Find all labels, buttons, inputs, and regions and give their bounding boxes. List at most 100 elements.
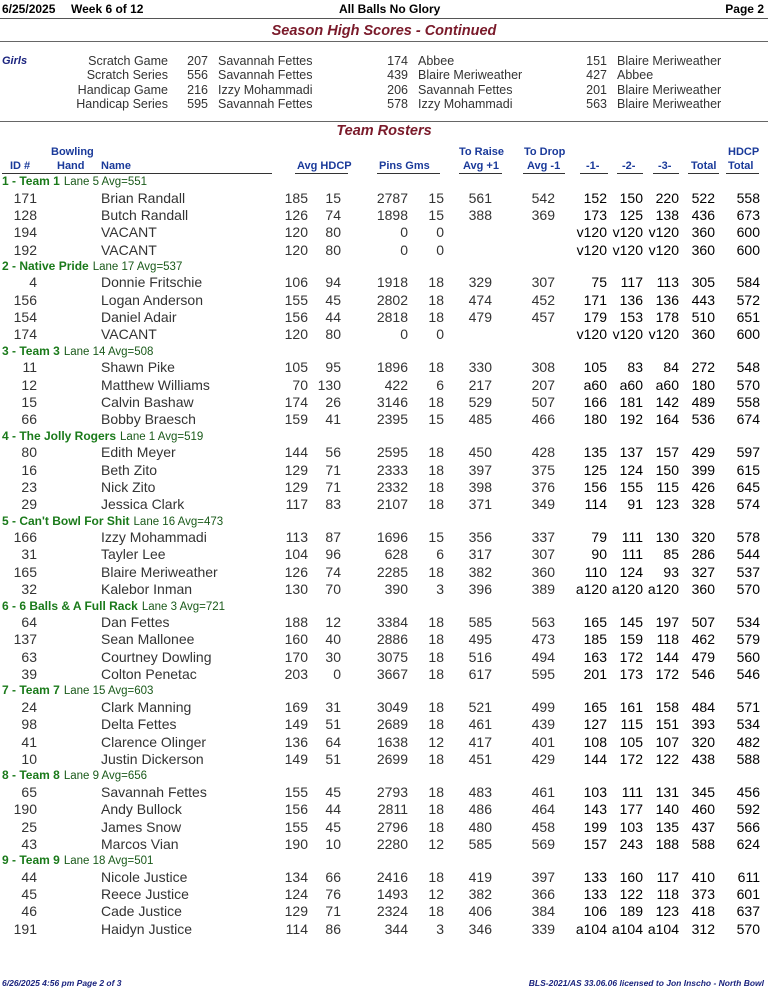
game-2: 150 <box>619 189 643 206</box>
bowler-name: Nick Zito <box>101 478 156 495</box>
bowler-pins: 2280 <box>376 835 408 852</box>
game-3: 140 <box>655 801 679 818</box>
game-3: 118 <box>656 886 679 903</box>
bowler-games: 18 <box>428 478 444 495</box>
roster-row: 45 Reece Justice 124 76 1493 12 382 366 133 122 11… <box>0 886 768 903</box>
high-score-bowler: Blaire Meriweather <box>617 54 722 68</box>
bowler-id: 25 <box>21 818 37 835</box>
bowler-total: 443 <box>691 291 715 308</box>
bowler-to-drop: 389 <box>531 581 555 598</box>
bowler-to-drop: 308 <box>531 359 555 376</box>
bowler-hdcp: 71 <box>325 478 341 495</box>
col-bowling: Bowling <box>51 146 94 158</box>
high-score-value: 174 <box>387 54 408 68</box>
bowler-total: 462 <box>691 631 715 648</box>
game-1: 157 <box>583 835 607 852</box>
bowler-id: 32 <box>21 581 37 598</box>
roster-row: 29 Jessica Clark 117 83 2107 18 371 349 114 91 123… <box>0 496 768 513</box>
roster-row: 31 Tayler Lee 104 96 628 6 317 307 90 111 85 286 544 <box>0 546 768 563</box>
bowler-total: 320 <box>691 733 715 750</box>
bowler-games: 12 <box>428 733 444 750</box>
game-1: 125 <box>583 461 607 478</box>
game-3: 130 <box>655 529 679 546</box>
bowler-total: 436 <box>691 206 715 223</box>
bowler-games: 18 <box>428 291 444 308</box>
roster-row: 156 Logan Anderson 155 45 2802 18 474 452 171 136… <box>0 292 768 309</box>
bowler-games: 0 <box>436 241 444 258</box>
team-lane-info: Lane 15 Avg=603 <box>63 685 154 698</box>
high-scores-title: Season High Scores - Continued <box>271 23 497 39</box>
bowler-hdcp-total: 611 <box>737 868 760 885</box>
underline-g1 <box>580 173 608 174</box>
bowler-to-raise: 617 <box>468 666 492 683</box>
bowler-pins: 2802 <box>376 291 408 308</box>
bowler-hdcp: 71 <box>325 903 341 920</box>
bowler-games: 18 <box>428 818 444 835</box>
bowler-id: 12 <box>21 376 37 393</box>
footer-printed: 6/26/2025 4:56 pm Page 2 of 3 <box>2 978 122 988</box>
bowler-id: 194 <box>13 224 37 241</box>
game-3: 118 <box>656 631 679 648</box>
bowler-pins: 1493 <box>376 886 408 903</box>
bowler-games: 18 <box>428 868 444 885</box>
bowler-hdcp: 56 <box>325 444 341 461</box>
bowler-hdcp-total: 537 <box>736 563 760 580</box>
high-score-bowler: Savannah Fettes <box>418 82 513 97</box>
game-2: 181 <box>619 394 643 410</box>
bowler-hdcp-total: 600 <box>736 224 760 241</box>
bowler-hdcp-total: 546 <box>736 666 760 683</box>
roster-row: 4 Donnie Fritschie 106 94 1918 18 329 307 75 117 1… <box>0 274 768 291</box>
bowler-to-drop: 366 <box>531 886 555 903</box>
bowler-hdcp: 80 <box>325 224 341 241</box>
game-1: 199 <box>583 818 607 835</box>
bowler-avg: 114 <box>285 920 308 937</box>
bowler-pins: 2324 <box>376 903 408 920</box>
high-score-bowler: Izzy Mohammadi <box>218 82 313 97</box>
game-3: 117 <box>656 868 679 885</box>
roster-row: 191 Haidyn Justice 114 86 344 3 346 339 a104 a104… <box>0 921 768 938</box>
game-1: 127 <box>583 716 607 733</box>
team-name: 6 - 6 Balls & A Full Rack <box>2 598 138 613</box>
team-name: 8 - Team 8 <box>2 768 60 783</box>
roster-row: 165 Blaire Meriweather 126 74 2285 18 382 360 11… <box>0 564 768 581</box>
bowler-hdcp-total: 572 <box>736 291 760 308</box>
bowler-to-raise: 480 <box>468 818 492 835</box>
game-2: 172 <box>619 750 643 767</box>
bowler-id: 23 <box>21 478 37 495</box>
bowler-total: 429 <box>691 444 715 461</box>
report-date: 6/25/2025 <box>2 2 56 16</box>
team-lane-info: Lane 9 Avg=656 <box>63 770 148 783</box>
game-3: 151 <box>655 716 679 733</box>
game-2: 115 <box>620 716 643 733</box>
game-1: 179 <box>583 309 607 326</box>
roster-row: 66 Bobby Braesch 159 41 2395 15 485 466 180 192 16… <box>0 411 768 428</box>
team-lane-info: Lane 16 Avg=473 <box>133 515 224 528</box>
bowler-name: Izzy Mohammadi <box>101 529 207 546</box>
bowler-to-drop: 384 <box>531 903 555 920</box>
bowler-name: Daniel Adair <box>101 309 177 326</box>
team-heading: 9 - Team 9 Lane 18 Avg=501 <box>2 853 153 867</box>
bowler-hdcp: 74 <box>325 563 341 580</box>
bowler-pins: 1896 <box>376 359 408 376</box>
bowler-avg: 120 <box>284 326 308 343</box>
high-score-value: 216 <box>187 82 208 97</box>
bowler-name: Blaire Meriweather <box>101 563 218 580</box>
bowler-to-drop: 376 <box>531 478 555 495</box>
roster-row: 23 Nick Zito 129 71 2332 18 398 376 156 155 115 426… <box>0 479 768 496</box>
bowler-name: Matthew Williams <box>101 376 210 393</box>
bowler-to-drop: 466 <box>531 411 555 428</box>
bowler-total: 327 <box>691 563 715 580</box>
bowler-name: Edith Meyer <box>101 444 176 461</box>
game-2: 159 <box>619 631 643 648</box>
bowler-pins: 2285 <box>376 563 408 580</box>
bowler-hdcp: 66 <box>325 868 341 885</box>
game-3: 85 <box>663 546 679 563</box>
game-3: 150 <box>655 461 679 478</box>
bowler-name: Courtney Dowling <box>101 648 212 665</box>
bowler-hdcp: 0 <box>333 666 341 683</box>
roster-row: 39 Colton Penetac 203 0 3667 18 617 595 201 173 17… <box>0 666 768 683</box>
bowler-name: Delta Fettes <box>101 716 177 733</box>
bowler-avg: 126 <box>284 563 308 580</box>
game-1: 75 <box>591 274 607 291</box>
page-header: 6/25/2025 Week 6 of 12 All Balls No Glor… <box>0 0 768 19</box>
